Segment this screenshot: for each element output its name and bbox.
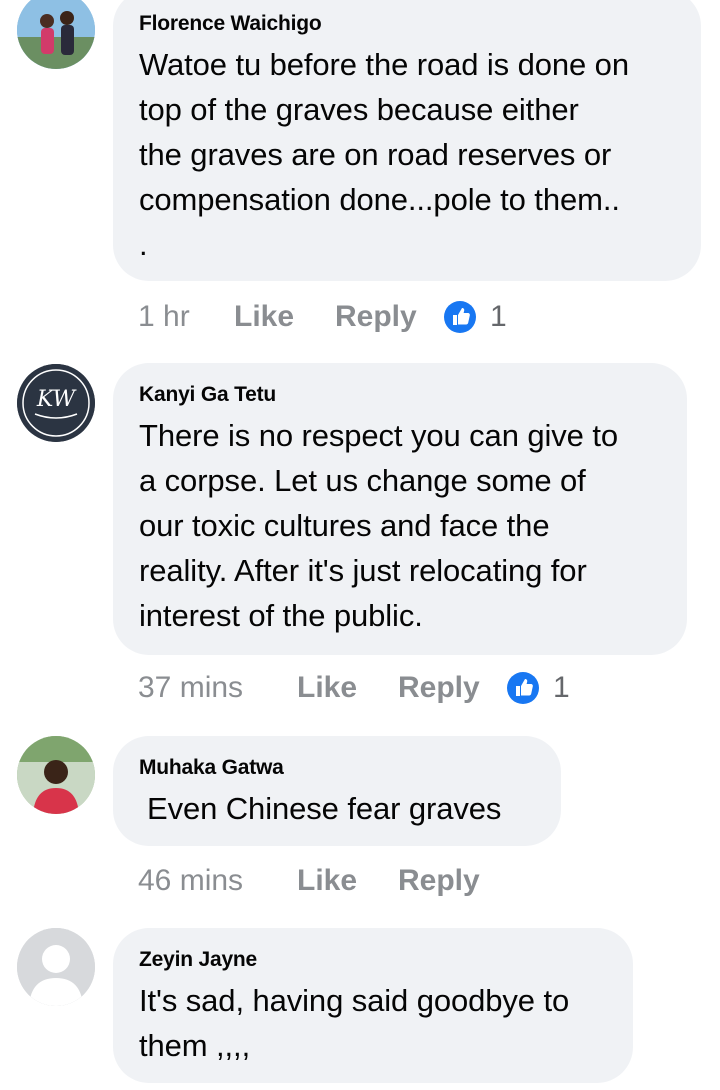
like-button[interactable]: Like <box>297 668 357 708</box>
like-reaction-icon[interactable] <box>444 301 476 333</box>
comment-bubble: Zeyin Jayne It's sad, having said goodby… <box>113 928 633 1083</box>
avatar[interactable] <box>17 0 95 69</box>
comment-time[interactable]: 1 hr <box>138 297 190 337</box>
comment-text: There is no respect you can give to a co… <box>139 418 618 633</box>
reply-button[interactable]: Reply <box>398 861 480 901</box>
reply-button[interactable]: Reply <box>335 297 417 337</box>
comment-time[interactable]: 37 mins <box>138 668 243 708</box>
comment-author[interactable]: Muhaka Gatwa <box>139 756 284 780</box>
like-button[interactable]: Like <box>234 297 294 337</box>
avatar[interactable] <box>17 736 95 814</box>
profile-photo-icon <box>17 0 95 69</box>
profile-photo-icon <box>17 736 95 814</box>
comment-bubble: Florence Waichigo Watoe tu before the ro… <box>113 0 701 281</box>
comment-text: It's sad, having said goodbye to them ,,… <box>139 983 570 1063</box>
reaction-count[interactable]: 1 <box>490 297 507 337</box>
comment-time[interactable]: 46 mins <box>138 861 243 901</box>
comment-bubble: Muhaka Gatwa Even Chinese fear graves <box>113 736 561 846</box>
reply-button[interactable]: Reply <box>398 668 480 708</box>
reaction-count[interactable]: 1 <box>553 668 570 708</box>
comment-bubble: Kanyi Ga Tetu There is no respect you ca… <box>113 363 687 655</box>
svg-text:KW: KW <box>36 387 78 412</box>
comment-author[interactable]: Zeyin Jayne <box>139 948 257 972</box>
default-profile-silhouette-icon <box>17 928 95 1006</box>
like-button[interactable]: Like <box>297 861 357 901</box>
avatar[interactable] <box>17 928 95 1006</box>
comment-text: Watoe tu before the road is done on top … <box>139 47 629 262</box>
comment-author[interactable]: Florence Waichigo <box>139 12 322 36</box>
kw-logo-icon: KW <box>17 364 95 442</box>
avatar[interactable]: KW <box>17 364 95 442</box>
like-reaction-icon[interactable] <box>507 672 539 704</box>
comment-text: Even Chinese fear graves <box>147 791 502 826</box>
comment-author[interactable]: Kanyi Ga Tetu <box>139 383 276 407</box>
